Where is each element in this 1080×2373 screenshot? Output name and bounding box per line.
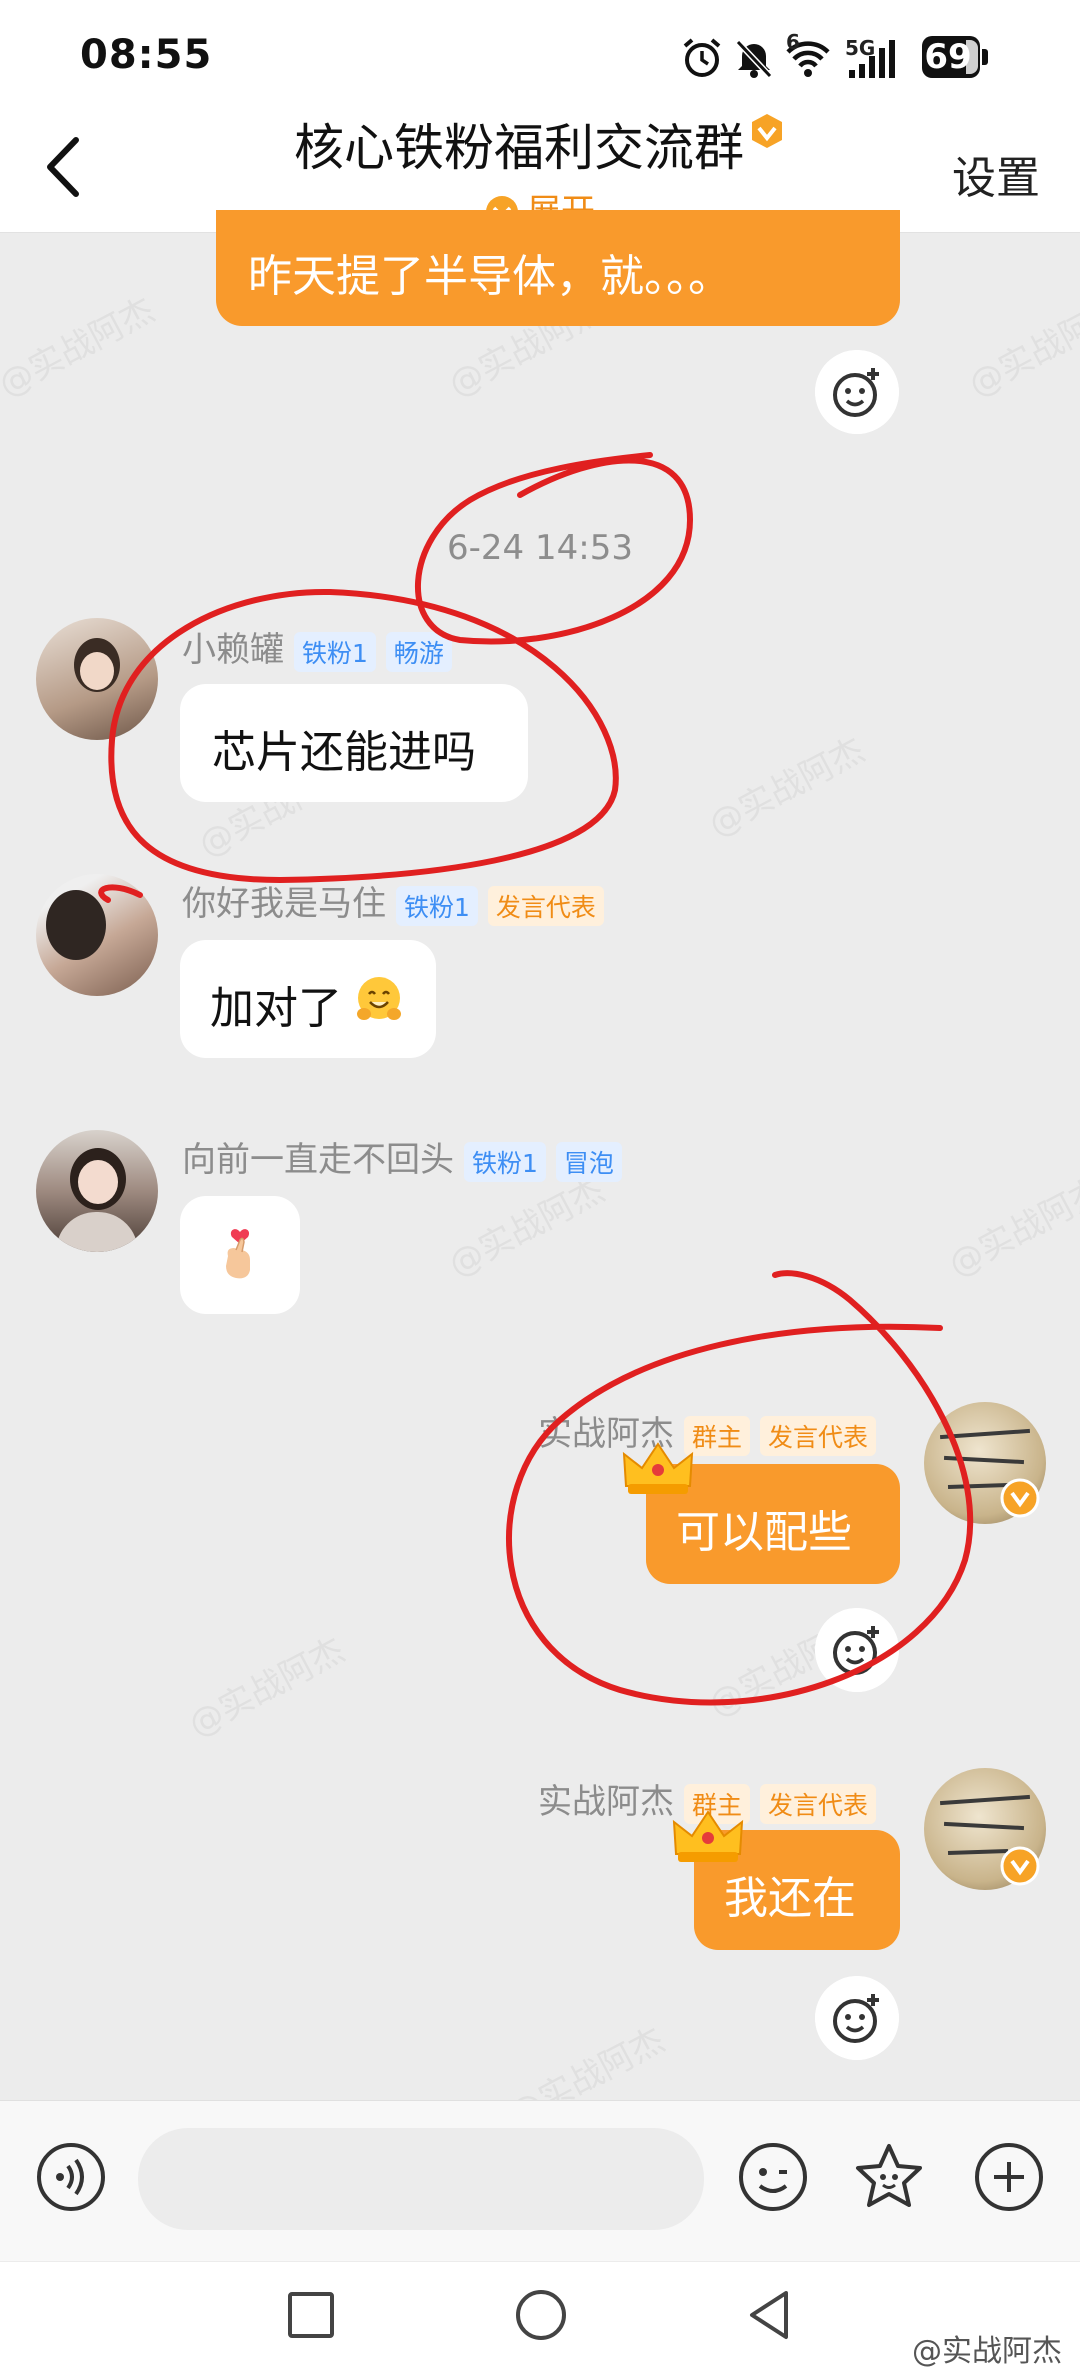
sender-row: 向前一直走不回头 铁粉1 冒泡 [182,1132,622,1182]
sender-name: 小赖罐 [182,630,284,670]
prev-message-text: 昨天提了半导体，就。。。 [248,251,732,302]
message-text: 加对了 [210,983,342,1034]
message-input[interactable] [138,2128,704,2230]
sender-name: 向前一直走不回头 [182,1140,454,1180]
battery-icon: 69 [922,36,996,78]
avatar[interactable] [36,1130,158,1252]
message-bubble[interactable]: 加对了 [180,940,436,1058]
add-reaction-icon[interactable] [815,1976,899,2060]
title-tag: 冒泡 [555,1141,622,1182]
hug-emoji-icon [357,977,401,1020]
signal-sup-label: 6 [786,30,800,54]
status-time: 08:55 [80,32,213,78]
footer-watermark: @实战阿杰 [912,2334,1062,2369]
fan-level-tag: 铁粉1 [396,885,478,926]
watermark: @实战阿杰 [0,290,162,406]
verified-badge-icon [1000,1846,1040,1886]
battery-level: 69 [924,37,972,77]
add-reaction-icon[interactable] [815,1608,899,1692]
plus-icon[interactable] [974,2142,1044,2212]
add-reaction-icon[interactable] [815,350,899,434]
crown-icon [672,1810,744,1862]
sender-row: 你好我是马住 铁粉1 发言代表 [182,876,604,926]
watermark: @实战阿杰 [962,290,1080,406]
sender-row: 小赖罐 铁粉1 畅游 [182,622,452,672]
fan-level-tag: 铁粉1 [294,631,376,672]
settings-button[interactable]: 设置 [952,142,1040,206]
message-bubble[interactable]: 芯片还能进吗 [180,684,528,802]
title-tag: 发言代表 [760,1783,877,1824]
sender-name: 你好我是马住 [182,884,386,924]
sender-row: 实战阿杰 群主 发言代表 [538,1406,877,1456]
title-tag: 发言代表 [760,1415,877,1456]
finger-heart-emoji-icon [226,1229,250,1279]
signal-icon [849,40,895,78]
group-title: 核心铁粉福利交流群 [0,108,1080,180]
timestamp: 6-24 14:53 [447,528,633,568]
title-tag: 发言代表 [487,885,604,926]
alarm-icon [683,38,721,77]
avatar[interactable] [36,874,158,996]
watermark: @实战阿杰 [182,1630,352,1746]
emoji-icon[interactable] [738,2142,808,2212]
verified-badge-icon [752,114,782,148]
verified-badge-icon [1000,1478,1040,1518]
message-bubble[interactable] [180,1196,300,1314]
mute-icon [735,39,773,79]
title-tag: 畅游 [385,631,452,672]
watermark: @实战阿杰 [942,1170,1080,1286]
sender-name: 实战阿杰 [538,1782,674,1822]
voice-icon[interactable] [36,2142,106,2212]
avatar[interactable] [36,618,158,740]
watermark: @实战阿杰 [702,730,872,846]
prev-message-bubble[interactable]: 昨天提了半导体，就。。。 [216,210,900,326]
message-text: 芯片还能进吗 [212,727,476,778]
crown-icon [622,1442,694,1494]
message-text: 我还在 [724,1873,856,1924]
group-title-text: 核心铁粉福利交流群 [294,119,744,177]
fan-level-tag: 铁粉1 [464,1141,546,1182]
nav-home-icon[interactable] [514,2288,568,2342]
nav-recent-icon[interactable] [286,2290,336,2340]
nav-back-icon[interactable] [744,2288,794,2342]
sticker-icon[interactable] [854,2142,924,2212]
message-text: 可以配些 [676,1507,852,1558]
